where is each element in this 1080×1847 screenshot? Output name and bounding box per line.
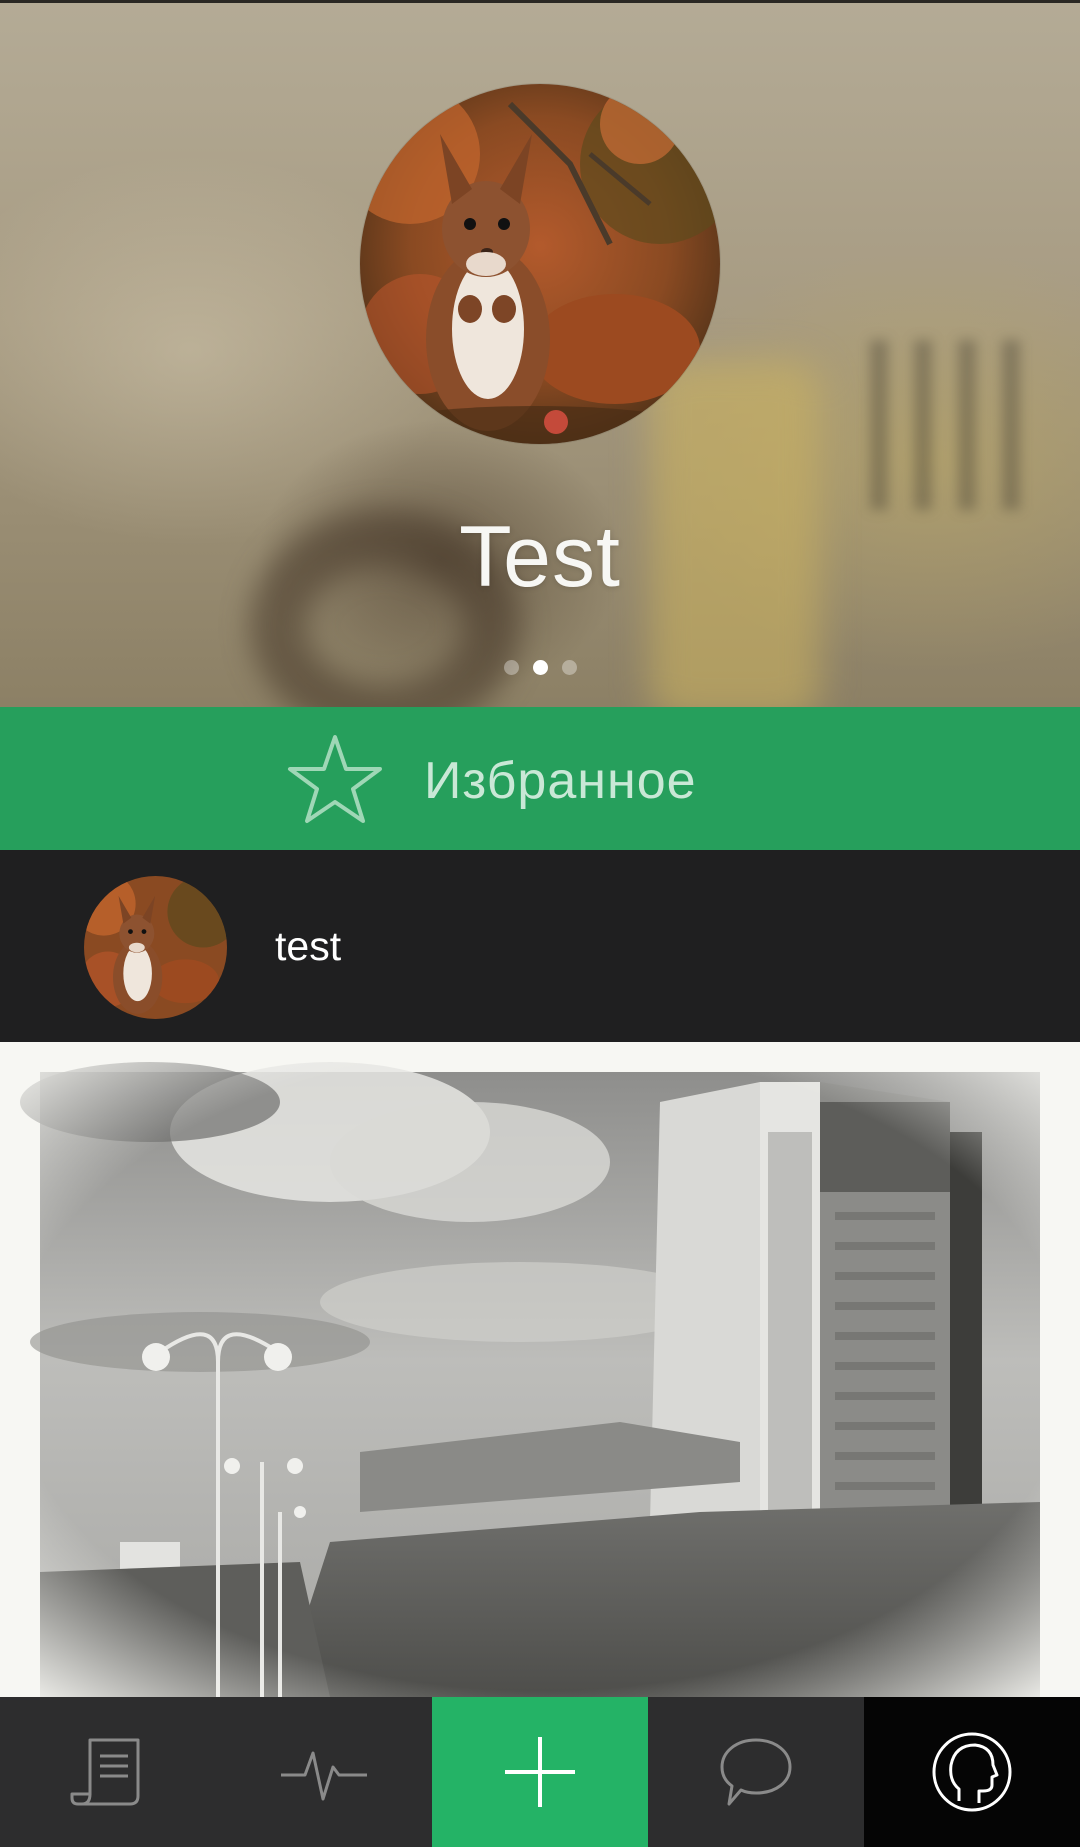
background-blur-shape xyxy=(870,340,1020,510)
grayscale-city-photo-icon xyxy=(0,1042,1080,1697)
activity-pulse-icon xyxy=(281,1751,367,1801)
squirrel-photo-icon xyxy=(84,876,227,1019)
avatar xyxy=(84,876,227,1019)
tab-add[interactable] xyxy=(432,1697,648,1847)
favorites-button[interactable]: Избранное xyxy=(0,707,1080,850)
bottom-tab-bar xyxy=(0,1697,1080,1847)
tab-profile[interactable] xyxy=(864,1697,1080,1847)
list-item-label: test xyxy=(275,923,342,969)
star-icon xyxy=(288,735,382,823)
profile-name: Test xyxy=(459,509,621,605)
profile-header: Test xyxy=(0,0,1080,707)
favorites-label: Избранное xyxy=(424,752,697,810)
post-image[interactable] xyxy=(0,1042,1080,1697)
feed-scroll-icon xyxy=(70,1738,140,1806)
tab-chat[interactable] xyxy=(648,1697,864,1847)
pager-indicator[interactable] xyxy=(0,660,1080,675)
squirrel-photo-icon xyxy=(360,84,720,444)
profile-avatar[interactable] xyxy=(360,84,720,444)
plus-icon xyxy=(505,1737,575,1807)
pager-dot-active[interactable] xyxy=(532,660,548,675)
tab-feed[interactable] xyxy=(0,1697,216,1847)
pager-dot[interactable] xyxy=(503,660,519,675)
list-item[interactable]: test xyxy=(0,850,1080,1042)
header-divider xyxy=(0,0,1080,3)
pager-dot[interactable] xyxy=(561,660,577,675)
profile-head-icon xyxy=(932,1732,1012,1812)
chat-bubble-icon xyxy=(720,1738,792,1806)
tab-activity[interactable] xyxy=(216,1697,432,1847)
